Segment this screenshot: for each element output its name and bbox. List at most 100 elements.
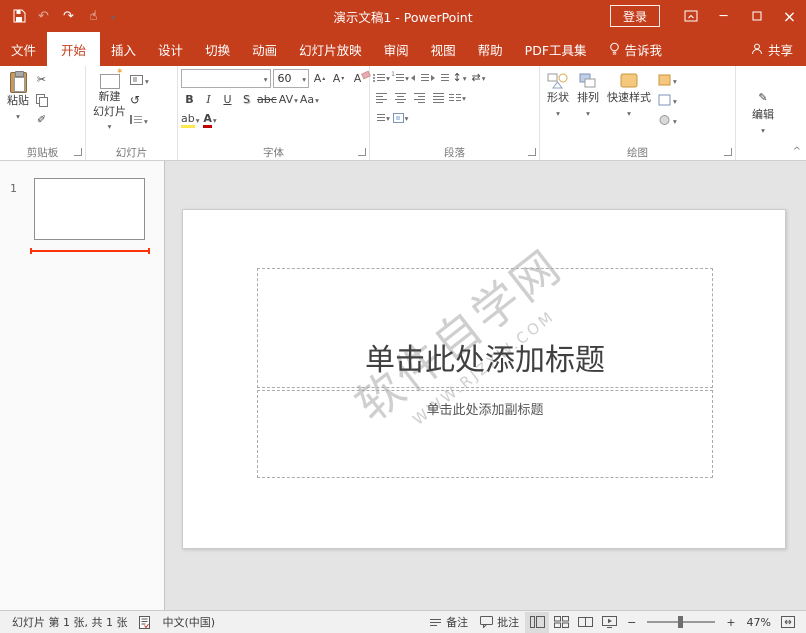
tab-animations[interactable]: 动画 [241,32,288,66]
change-case-button[interactable]: Aa [300,91,319,108]
shapes-button[interactable]: 形状 [543,69,573,144]
font-name-select[interactable] [181,69,271,88]
tab-pdf-tools[interactable]: PDF工具集 [514,32,598,66]
normal-view-button[interactable] [525,612,549,633]
customize-quick-access-button[interactable] [106,0,120,32]
clear-formatting-button[interactable]: A [349,70,366,87]
maximize-button[interactable] [740,0,773,32]
zoom-in-button[interactable]: + [720,616,741,629]
touch-mode-icon: ☝ [90,9,98,24]
align-left-button[interactable] [373,89,390,106]
reading-view-icon [578,616,593,628]
clipboard-dialog-launcher-icon[interactable] [74,148,82,156]
subtitle-placeholder[interactable]: 单击此处添加副标题 [257,390,713,478]
chevron-down-icon [405,72,409,83]
save-button[interactable] [6,0,31,32]
line-spacing-button[interactable]: ↕ [451,69,468,86]
ribbon-group-drawing: 形状 排列 快速样式 [540,66,736,160]
font-dialog-launcher-icon[interactable] [358,148,366,156]
reset-slide-button[interactable]: ↺ [130,91,149,108]
tab-tell-me[interactable]: 告诉我 [598,32,674,66]
tab-home[interactable]: 开始 [47,32,100,66]
text-highlight-button[interactable]: ab [181,111,200,128]
text-shadow-button[interactable]: S [238,91,255,108]
tab-file[interactable]: 文件 [0,32,47,66]
slide-sorter-button[interactable] [549,612,573,633]
text-direction-button[interactable]: ⇄ [470,69,487,86]
zoom-slider-thumb[interactable] [678,616,683,628]
zoom-out-button[interactable]: − [621,616,642,629]
title-placeholder[interactable]: 单击此处添加标题 [257,268,713,388]
fit-slide-to-window-button[interactable] [776,612,800,633]
new-slide-button[interactable]: 新建 幻灯片 [89,69,130,144]
slide-indicator[interactable]: 幻灯片 第 1 张, 共 1 张 [6,611,133,633]
paragraph-dialog-launcher-icon[interactable] [528,148,536,156]
strikethrough-button[interactable]: abc [257,91,277,108]
tab-view[interactable]: 视图 [420,32,467,66]
font-size-select[interactable]: 60 [273,69,309,88]
numbering-button[interactable] [392,69,409,86]
arrange-button[interactable]: 排列 [573,69,603,144]
underline-button[interactable]: U [219,91,236,108]
reading-view-button[interactable] [573,612,597,633]
copy-button[interactable] [33,91,50,108]
tab-slideshow[interactable]: 幻灯片放映 [288,32,373,66]
zoom-level[interactable]: 47% [742,616,776,629]
shape-effects-button[interactable] [658,111,677,128]
character-spacing-button[interactable]: AV [279,91,298,108]
drawing-dialog-launcher-icon[interactable] [724,148,732,156]
justify-button[interactable] [430,89,447,106]
chevron-down-icon [386,72,390,83]
close-button[interactable]: × [773,0,806,32]
tab-insert[interactable]: 插入 [100,32,147,66]
tab-transitions[interactable]: 切换 [194,32,241,66]
lightbulb-icon [609,42,620,56]
shape-outline-button[interactable] [658,91,677,108]
paste-button[interactable]: 粘贴 [3,69,33,144]
share-button[interactable]: 共享 [738,32,806,66]
collapse-ribbon-button[interactable]: ^ [793,146,801,157]
increase-indent-button[interactable] [431,69,449,86]
tab-review[interactable]: 审阅 [373,32,420,66]
format-painter-button[interactable]: ✐ [33,111,50,128]
italic-button[interactable]: I [200,91,217,108]
language-indicator[interactable]: 中文(中国) [156,611,221,633]
tab-help[interactable]: 帮助 [467,32,514,66]
minimize-button[interactable]: ─ [707,0,740,32]
redo-button[interactable]: ↷ [56,0,81,32]
decrease-indent-button[interactable] [411,69,429,86]
slide-canvas[interactable]: 软件自学网 WWW.RJZXW.COM 单击此处添加标题 单击此处添加副标题 [182,209,786,549]
ribbon-display-options-button[interactable] [674,0,707,32]
slide-layout-button[interactable] [130,71,149,88]
ribbon: 粘贴 ✂ ✐ 剪贴板 新建 幻灯片 [0,66,806,161]
align-text-button[interactable] [373,109,390,126]
comments-button[interactable]: 批注 [474,614,525,630]
align-right-button[interactable] [411,89,428,106]
bullets-button[interactable] [373,69,390,86]
maximize-icon [752,11,762,21]
increase-font-size-button[interactable]: A [311,70,328,87]
notes-button[interactable]: 备注 [423,614,474,630]
numbering-icon [392,73,404,82]
zoom-slider[interactable] [647,621,715,623]
decrease-font-size-button[interactable]: A [330,70,347,87]
proofing-button[interactable] [133,611,156,633]
section-button[interactable] [130,111,149,128]
slideshow-button[interactable] [597,612,621,633]
lines-glyph [437,73,449,82]
editing-button[interactable]: ✎ 编辑 [752,91,774,135]
slide-thumbnail[interactable] [34,178,145,240]
quick-styles-icon [619,72,639,90]
font-color-button[interactable]: A [202,111,219,128]
quick-styles-button[interactable]: 快速样式 [603,69,655,144]
convert-to-smartart-button[interactable] [392,109,409,126]
columns-button[interactable] [449,89,466,106]
touch-mode-button[interactable]: ☝ [81,0,106,32]
cut-button[interactable]: ✂ [33,71,50,88]
sign-in-button[interactable]: 登录 [610,5,660,27]
align-center-button[interactable] [392,89,409,106]
shape-fill-button[interactable] [658,71,677,88]
bold-button[interactable]: B [181,91,198,108]
undo-button[interactable]: ↶ [31,0,56,32]
tab-design[interactable]: 设计 [147,32,194,66]
